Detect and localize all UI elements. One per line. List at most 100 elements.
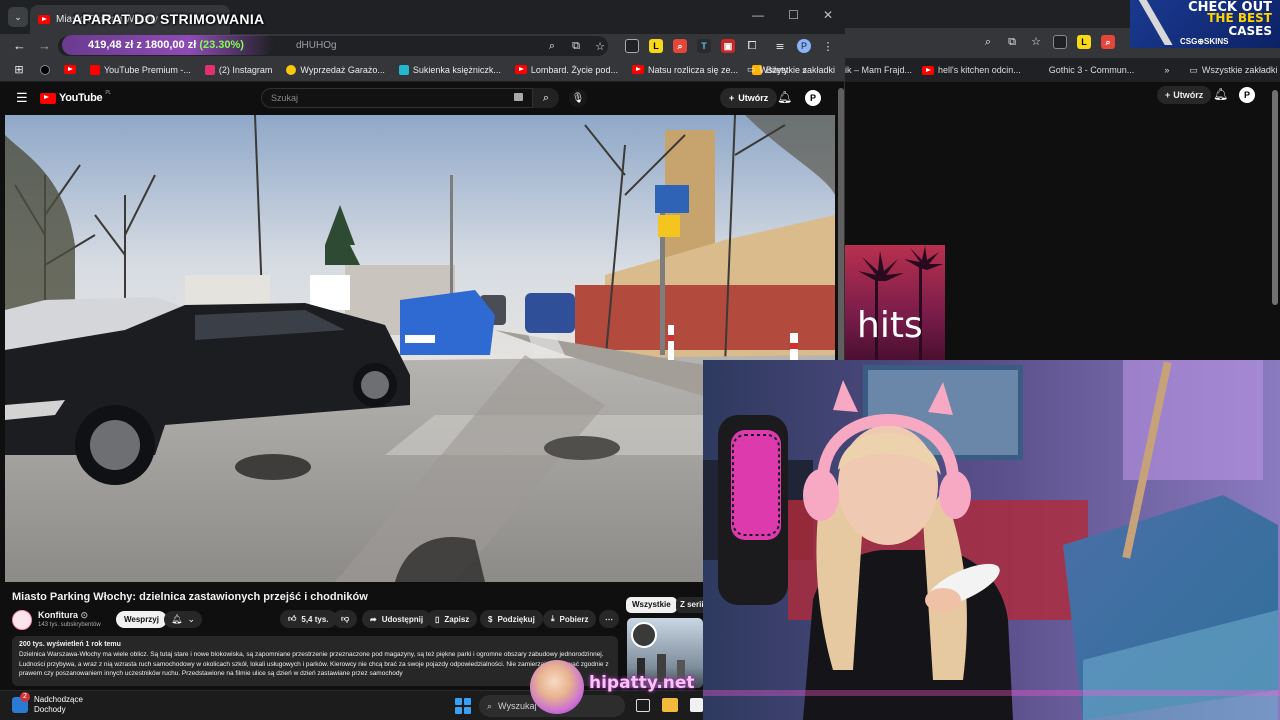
- folder-icon: ▭: [746, 64, 756, 74]
- profile-avatar[interactable]: P: [797, 39, 811, 53]
- channel-name[interactable]: Konfitura ⊙: [38, 610, 88, 621]
- create-button[interactable]: + Utwórz: [1157, 86, 1212, 104]
- instagram-icon: [204, 64, 215, 75]
- promo-line: CASES: [1228, 24, 1272, 38]
- tab-search-button[interactable]: ⌄: [8, 7, 28, 27]
- save-button[interactable]: ▯ Zapisz: [427, 610, 478, 628]
- view-count-and-date: 200 tys. wyświetleń 1 rok temu: [19, 641, 121, 648]
- extension-icon[interactable]: [1053, 35, 1067, 49]
- like-button[interactable]: 👍︎ 5,4 tys.: [280, 610, 337, 628]
- streamer-avatar: [530, 660, 584, 714]
- voice-search-button[interactable]: 🎙︎: [569, 89, 587, 107]
- extension-toolbar: ⌕ ⧉ ☆ L ⌕ T ▣ ⧠ ≡ P ⋮: [545, 39, 835, 53]
- app-icon: [40, 64, 50, 75]
- create-button[interactable]: + Utwórz: [720, 88, 778, 108]
- kebab-menu-icon[interactable]: ⋮: [821, 40, 835, 53]
- extension-icon[interactable]: ⌕: [673, 39, 687, 53]
- background-bookmarks-bar: ik – Mam Frajd... hell's kitchen odcin..…: [845, 58, 1280, 82]
- video-thumbnail[interactable]: hits: [845, 245, 945, 360]
- puzzle-icon[interactable]: ⧠: [745, 39, 759, 53]
- forward-arrow-icon[interactable]: →: [38, 38, 51, 53]
- support-button[interactable]: Wesprzyj: [116, 611, 167, 628]
- notifications-bell-icon[interactable]: 🔔︎: [777, 90, 792, 104]
- translate-icon[interactable]: T: [697, 39, 711, 53]
- bookmark-item[interactable]: Wyprzedaż Garażo...: [286, 64, 385, 75]
- bookmarks-overflow-icon[interactable]: »: [1164, 65, 1169, 75]
- youtube-icon: [40, 92, 56, 104]
- promo-brand: CSG⊕SKINS: [1180, 37, 1229, 46]
- download-button[interactable]: ⤓ Pobierz: [543, 610, 597, 628]
- keyboard-icon[interactable]: [514, 93, 523, 101]
- avatar[interactable]: P: [1239, 87, 1255, 103]
- window-controls: — ☐ ✕: [752, 8, 833, 22]
- more-actions-button[interactable]: ⋯: [599, 610, 619, 628]
- maximize-button[interactable]: ☐: [788, 8, 799, 22]
- subscription-bell-button[interactable]: 🔔︎ ⌄: [164, 611, 202, 628]
- thumbnail-avatar: [631, 622, 657, 648]
- promo-banner[interactable]: CHECK OUT THE BEST CASES CSG⊕SKINS: [1130, 0, 1280, 48]
- share-button[interactable]: ➦ Udostępnij: [362, 610, 432, 628]
- bell-icon[interactable]: 🔔︎: [1213, 87, 1228, 101]
- tab-bar: ⌄ Miasto Parking Włochy APARAT DO STRIMO…: [0, 0, 845, 34]
- extension-icon[interactable]: ▣: [721, 39, 735, 53]
- all-bookmarks-button[interactable]: ▭ Wszystkie zakładki: [1189, 65, 1277, 76]
- star-icon[interactable]: ☆: [1029, 35, 1043, 49]
- thumbs-up-icon: 👍︎: [288, 614, 297, 623]
- youtube-logo[interactable]: YouTube PL: [40, 90, 111, 104]
- back-arrow-icon[interactable]: ←: [13, 38, 26, 53]
- thanks-button[interactable]: $ Podziękuj: [480, 610, 543, 628]
- search-button[interactable]: ⌕: [533, 88, 559, 108]
- background-youtube-header: + Utwórz 🔔︎ P: [845, 82, 1280, 108]
- stocks-icon: 2: [12, 692, 30, 713]
- bookmark-item[interactable]: Sukienka księżniczk...: [398, 64, 501, 75]
- share-icon: ➦: [370, 614, 377, 624]
- video-description[interactable]: 200 tys. wyświetleń 1 rok temu Dzielnica…: [12, 636, 618, 686]
- extension-icon[interactable]: [625, 39, 639, 53]
- bookmark-item[interactable]: YouTube Premium -...: [90, 64, 191, 75]
- search-input[interactable]: Szukaj: [261, 88, 533, 108]
- notification-badge: 2: [20, 692, 30, 702]
- apps-grid-icon[interactable]: ⊞: [12, 63, 26, 76]
- bookmark-item[interactable]: [40, 64, 50, 75]
- bookmark-item[interactable]: hell's kitchen odcin...: [922, 65, 1021, 75]
- install-icon[interactable]: ⧉: [1005, 35, 1019, 49]
- bookmark-item[interactable]: Gothic 3 - Commun...: [1049, 65, 1135, 75]
- plus-icon: +: [1165, 90, 1171, 100]
- dislike-button[interactable]: 👎︎: [333, 610, 357, 628]
- chevron-down-icon: ⌄: [14, 11, 22, 22]
- hamburger-menu-icon[interactable]: ☰: [16, 90, 28, 106]
- bookmark-item[interactable]: Lombard. Życie pod...: [514, 65, 618, 75]
- microphone-icon: 🎙︎: [571, 92, 585, 104]
- star-icon[interactable]: ☆: [593, 40, 607, 53]
- zoom-icon[interactable]: ⌕: [545, 39, 559, 53]
- scrollbar-thumb[interactable]: [1272, 90, 1278, 305]
- extension-icon[interactable]: L: [1077, 35, 1091, 49]
- zoom-icon[interactable]: ⌕: [981, 35, 995, 49]
- extension-icon[interactable]: ⌕: [1101, 35, 1115, 49]
- chevron-down-icon: ⌄: [187, 614, 195, 624]
- media-controls-icon[interactable]: ≡: [773, 40, 787, 53]
- bookmark-item[interactable]: [64, 65, 76, 74]
- minimize-button[interactable]: —: [752, 8, 764, 22]
- extension-icon[interactable]: L: [649, 39, 663, 53]
- channel-avatar[interactable]: [12, 610, 32, 630]
- close-button[interactable]: ✕: [823, 8, 833, 22]
- bookmark-item[interactable]: ik – Mam Frajd...: [845, 65, 912, 75]
- account-avatar[interactable]: P: [805, 90, 821, 106]
- youtube-icon: [631, 65, 644, 74]
- super-thanks-icon: $: [488, 614, 493, 624]
- install-icon[interactable]: ⧉: [569, 39, 583, 53]
- subscriber-count: 143 tys. subskrybentów: [38, 622, 101, 628]
- widgets-button[interactable]: 2 Nadchodzące Dochody: [12, 692, 83, 715]
- youtube-icon: [38, 15, 50, 24]
- folder-icon: ▭: [1189, 64, 1198, 75]
- search-icon: ⌕: [487, 700, 493, 711]
- price-ticker-overlay: 419,48 zł z 1800,00 zł (23.30%): [62, 35, 274, 55]
- chip-all[interactable]: Wszystkie: [626, 597, 677, 613]
- all-bookmarks-button[interactable]: ▭ Wszystkie zakładki: [747, 64, 835, 75]
- bell-icon: 🔔︎: [171, 614, 183, 624]
- start-button[interactable]: [455, 698, 471, 714]
- bookmark-item[interactable]: Natsu rozlicza się ze...: [631, 65, 738, 75]
- search-icon: ⌕: [542, 91, 550, 104]
- bookmark-item[interactable]: (2) Instagram: [204, 64, 272, 75]
